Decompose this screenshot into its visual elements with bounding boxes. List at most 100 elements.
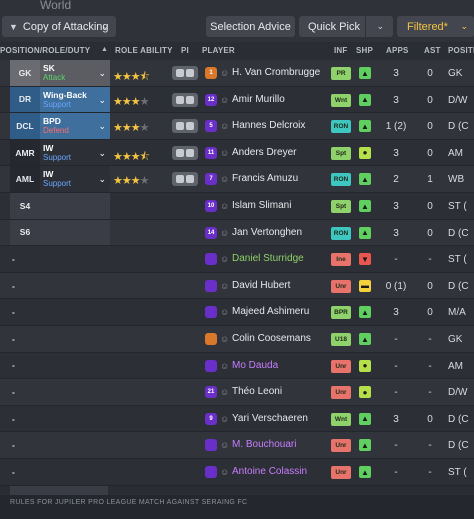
- selection-advice-button[interactable]: Selection Advice: [206, 16, 295, 37]
- position-cell[interactable]: -: [10, 406, 110, 432]
- player-name[interactable]: Islam Slimani: [232, 200, 291, 211]
- col-ast[interactable]: AST: [424, 46, 441, 55]
- assists: -: [428, 467, 432, 478]
- table-row[interactable]: - 9 ☺ Yari Verschaeren Wnt ▲ 3 0 D (C: [0, 405, 474, 433]
- player-instructions-icon[interactable]: [172, 119, 198, 134]
- appearances: 3: [393, 227, 399, 239]
- role-name: IW: [43, 142, 54, 153]
- filter-button[interactable]: Filtered* ⌄: [397, 16, 474, 37]
- table-row[interactable]: - ☺ David Hubert Unr ▬ 0 (1) 0 D (C: [0, 272, 474, 300]
- player-position: M/A: [448, 307, 466, 319]
- table-row[interactable]: AML IW Support ⌄ ★★★★ 7 ☺ Francis Amuzu RON ▲ 2 1 WB: [0, 166, 474, 193]
- influence-badge: Unr: [331, 279, 351, 293]
- tactic-dropdown[interactable]: ▼ Copy of Attacking ⌄: [2, 16, 116, 37]
- table-row[interactable]: GK SK Attack ⌄ ★★★⯪ 1 ☺ H. Van Crombrugge PR ▲ 3 0 G…: [0, 60, 474, 87]
- footer-text: RULES FOR JUPILER PRO LEAGUE MATCH AGAIN…: [10, 499, 248, 506]
- player-name[interactable]: Mo Dauda: [232, 360, 278, 371]
- quick-pick-button[interactable]: Quick Pick ⌄: [299, 16, 393, 37]
- player-instructions-icon[interactable]: [172, 66, 198, 80]
- player-name[interactable]: David Hubert: [232, 280, 290, 291]
- player-position: AM: [448, 147, 463, 159]
- assists: 1: [427, 174, 433, 186]
- table-row[interactable]: - ☺ Antoine Colassin Unr ▲ - - ST (: [0, 459, 474, 486]
- position-cell[interactable]: S4: [10, 193, 110, 219]
- position-cell[interactable]: -: [10, 273, 110, 299]
- player-name[interactable]: Antoine Colassin: [232, 466, 307, 477]
- position-cell[interactable]: -: [10, 246, 110, 272]
- influence-badge: Spt: [331, 200, 351, 213]
- col-role-ability[interactable]: ROLE ABILITY: [115, 46, 173, 55]
- player-name[interactable]: Francis Amuzu: [232, 173, 298, 184]
- player-instructions-icon[interactable]: [172, 92, 198, 107]
- player-name[interactable]: Yari Verschaeren: [232, 413, 308, 424]
- chevron-down-icon[interactable]: ⌄: [376, 21, 384, 32]
- table-row[interactable]: DR Wing-Back Support ⌄ ★★★★ 12 ☺ Amir Murillo Wn…: [0, 86, 474, 114]
- position-cell[interactable]: -: [10, 299, 110, 325]
- col-position[interactable]: POSITION/ROLE/DUTY: [0, 46, 90, 55]
- player-name[interactable]: Théo Leoni: [232, 386, 282, 397]
- position-cell[interactable]: -: [10, 353, 110, 379]
- chevron-down-icon[interactable]: ⌄: [98, 95, 106, 106]
- col-position-short[interactable]: POSITI: [448, 46, 474, 55]
- player-name[interactable]: H. Van Crombrugge: [232, 67, 320, 78]
- chevron-down-icon[interactable]: ⌄: [98, 121, 106, 132]
- player-name[interactable]: M. Bouchouari: [232, 439, 296, 450]
- position-abbr: -: [12, 333, 15, 344]
- assists: -: [428, 254, 432, 266]
- col-apps[interactable]: APPS: [386, 46, 409, 55]
- player-name[interactable]: Hannes Delcroix: [232, 120, 305, 131]
- table-row[interactable]: - ☺ Majeed Ashimeru BPR ▲ 3 0 M/A: [0, 299, 474, 326]
- table-row[interactable]: S4 10 ☺ Islam Slimani Spt ▲ 3 0 ST (: [0, 193, 474, 220]
- player-name[interactable]: Colin Coosemans: [232, 333, 311, 344]
- duty-label: Support: [43, 179, 72, 189]
- col-inf[interactable]: INF: [334, 46, 348, 55]
- position-cell[interactable]: AML IW Support ⌄: [10, 166, 110, 192]
- influence-badge: RON: [331, 173, 351, 187]
- position-abbr: -: [12, 253, 15, 264]
- appearances: 3: [393, 68, 399, 79]
- col-shp[interactable]: SHP: [356, 46, 373, 55]
- position-abbr: -: [12, 360, 15, 371]
- position-cell[interactable]: S6: [10, 219, 110, 246]
- col-pi[interactable]: PI: [181, 46, 189, 55]
- position-cell[interactable]: DCL BPD Defend ⌄: [10, 113, 110, 139]
- player-name[interactable]: Amir Murillo: [232, 94, 285, 105]
- player-name[interactable]: Majeed Ashimeru: [232, 306, 309, 317]
- table-row[interactable]: S6 14 ☺ Jan Vertonghen RON ▲ 3 0 D (C: [0, 219, 474, 247]
- position-cell[interactable]: -: [10, 432, 110, 458]
- table-row[interactable]: - ☺ M. Bouchouari Unr ▲ - - D (C: [0, 432, 474, 459]
- player-name[interactable]: Anders Dreyer: [232, 147, 296, 158]
- player-instructions-icon[interactable]: [172, 145, 198, 160]
- position-cell[interactable]: DR Wing-Back Support ⌄: [10, 86, 110, 113]
- assists: 0: [427, 147, 433, 159]
- table-row[interactable]: AMR IW Support ⌄ ★★★⯪ 11 ☺ Anders Dreyer Spt ● 3 0 A…: [0, 139, 474, 167]
- position-cell[interactable]: AMR IW Support ⌄: [10, 139, 110, 166]
- player-instructions-icon[interactable]: [172, 172, 198, 187]
- sharpness-icon: ▲: [359, 306, 371, 319]
- player-name[interactable]: Daniel Sturridge: [232, 253, 304, 264]
- appearances: 3: [393, 413, 399, 425]
- col-player[interactable]: PLAYER: [202, 46, 235, 55]
- position-cell[interactable]: -: [10, 459, 110, 485]
- player-name[interactable]: Jan Vertonghen: [232, 227, 302, 238]
- player-position: D (C: [448, 413, 469, 425]
- position-cell[interactable]: -: [10, 326, 110, 352]
- sharpness-icon: ▲: [359, 200, 371, 212]
- person-icon: ☺: [220, 121, 230, 132]
- chevron-down-icon[interactable]: ⌄: [98, 68, 106, 79]
- assists: 0: [427, 94, 433, 106]
- position-abbr: AML: [10, 166, 40, 192]
- table-header: POSITION/ROLE/DUTY ▲ ROLE ABILITY PI PLA…: [0, 42, 474, 60]
- position-cell[interactable]: -: [10, 379, 110, 405]
- table-row[interactable]: DCL BPD Defend ⌄ ★★★★ 5 ☺ Hannes Delcroix RON ▲ 1 …: [0, 113, 474, 140]
- table-row[interactable]: - 21 ☺ Théo Leoni Unr ● - - D/W: [0, 379, 474, 406]
- sharpness-icon: ▲: [359, 173, 371, 186]
- chevron-down-icon[interactable]: ⌄: [98, 148, 106, 159]
- table-row[interactable]: - ☺ Daniel Sturridge Ine ▼ - - ST (: [0, 246, 474, 273]
- table-row[interactable]: - ☺ Mo Dauda Unr ● - - AM: [0, 352, 474, 380]
- role-name: BPD: [43, 116, 61, 127]
- chevron-down-icon[interactable]: ⌄: [98, 174, 106, 185]
- sort-asc-icon[interactable]: ▲: [101, 46, 108, 53]
- table-row[interactable]: - ☺ Colin Coosemans U18 ▲ - - GK: [0, 326, 474, 353]
- position-cell[interactable]: GK SK Attack ⌄: [10, 60, 110, 86]
